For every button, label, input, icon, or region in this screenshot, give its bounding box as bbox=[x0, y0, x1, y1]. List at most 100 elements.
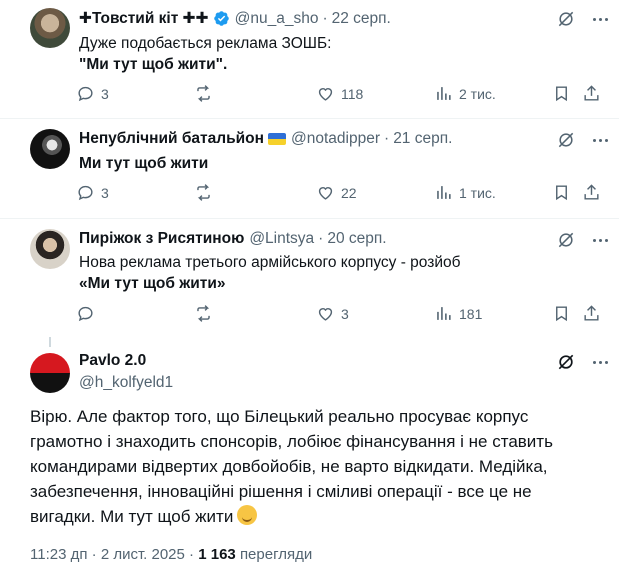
author-handle[interactable]: @h_kolfyeld1 bbox=[79, 374, 173, 392]
author-name[interactable]: ✚Товстий кіт ✚✚ bbox=[79, 9, 209, 28]
tweet-text-line: Нова реклама третього армійського корпус… bbox=[79, 254, 461, 271]
more-icon[interactable] bbox=[590, 352, 610, 372]
dot-separator: · bbox=[87, 546, 101, 563]
views-icon bbox=[437, 186, 451, 199]
tweet-corner-actions bbox=[556, 130, 610, 150]
reply-count: 3 bbox=[101, 184, 109, 201]
views-button[interactable]: 2 тис. bbox=[434, 84, 496, 103]
author-name[interactable]: Pavlo 2.0 bbox=[79, 352, 146, 370]
bookmark-button[interactable] bbox=[552, 84, 571, 103]
dot-separator: · bbox=[384, 130, 390, 147]
views-count: 2 тис. bbox=[459, 85, 496, 102]
thread-connector-line bbox=[49, 337, 51, 347]
like-count: 3 bbox=[341, 305, 349, 322]
tweet-text-line: командирами відвертих довбойобів, не вар… bbox=[30, 457, 548, 476]
more-icon[interactable] bbox=[590, 230, 610, 250]
bookmark-button[interactable] bbox=[552, 183, 571, 202]
more-icon[interactable] bbox=[590, 130, 610, 150]
tweet-corner-actions bbox=[556, 230, 610, 250]
tweet-header: Пиріжок з Рисятиною @Lintsya · 20 серп. bbox=[79, 230, 387, 248]
views-label: перегляди bbox=[239, 546, 313, 563]
tweet-header: ✚Товстий кіт ✚✚ @nu_a_sho · 22 серп. bbox=[79, 9, 391, 28]
share-icon bbox=[584, 184, 599, 200]
author-name[interactable]: Пиріжок з Рисятиною bbox=[79, 230, 244, 248]
reply-icon bbox=[78, 86, 93, 102]
like-icon bbox=[318, 187, 333, 200]
like-icon bbox=[318, 308, 333, 321]
tweet-date[interactable]: 22 серп. bbox=[332, 10, 391, 28]
tweet-date[interactable]: 21 серп. bbox=[393, 130, 452, 148]
views-icon bbox=[437, 307, 451, 320]
tweet-actions: 3 118 2 тис. bbox=[76, 84, 604, 106]
dot-separator: · bbox=[184, 546, 199, 563]
share-icon bbox=[584, 305, 599, 321]
views-icon bbox=[437, 87, 451, 100]
views-button[interactable]: 1 тис. bbox=[434, 183, 496, 202]
grok-icon[interactable] bbox=[556, 352, 576, 372]
share-icon bbox=[584, 85, 599, 101]
ukraine-flag-icon bbox=[268, 133, 287, 145]
more-icon[interactable] bbox=[590, 9, 610, 29]
bookmark-icon bbox=[556, 306, 567, 322]
repost-button[interactable] bbox=[194, 84, 219, 103]
tweet-meta: 11:23 дп · 2 лист. 2025 · 1 163 перегляд… bbox=[30, 546, 312, 563]
tweet-time[interactable]: 11:23 дп bbox=[30, 546, 87, 563]
tweet-text: Ми тут щоб жити bbox=[79, 155, 209, 172]
like-count: 118 bbox=[341, 85, 364, 102]
reply-tweet-1[interactable]: ✚Товстий кіт ✚✚ @nu_a_sho · 22 серп. Дуж… bbox=[0, 0, 619, 118]
avatar[interactable] bbox=[30, 229, 70, 269]
like-button[interactable]: 118 bbox=[316, 84, 363, 103]
tweet-date[interactable]: 2 лист. 2025 bbox=[101, 546, 185, 563]
reply-tweet-2[interactable]: Непублічний батальйон @notadipper · 21 с… bbox=[0, 119, 619, 218]
grok-icon[interactable] bbox=[556, 9, 576, 29]
author-handle[interactable]: @nu_a_sho bbox=[235, 10, 319, 28]
tweet-actions: 3 22 1 тис. bbox=[76, 183, 604, 205]
views-number: 1 163 bbox=[198, 546, 236, 563]
views-button[interactable]: 181 bbox=[434, 304, 482, 323]
bookmark-button[interactable] bbox=[552, 304, 571, 323]
repost-button[interactable] bbox=[194, 304, 219, 323]
author-handle[interactable]: @notadipper bbox=[291, 130, 380, 148]
like-button[interactable]: 22 bbox=[316, 183, 357, 202]
tweet-text-line: грамотно і знаходить спонсорів, лобіює ф… bbox=[30, 432, 553, 451]
grok-icon[interactable] bbox=[556, 230, 576, 250]
grok-icon[interactable] bbox=[556, 130, 576, 150]
author-name[interactable]: Непублічний батальйон bbox=[79, 130, 264, 148]
reply-tweet-3[interactable]: Пиріжок з Рисятиною @Lintsya · 20 серп. … bbox=[0, 219, 619, 337]
repost-button[interactable] bbox=[194, 183, 219, 202]
reply-button[interactable]: 3 bbox=[76, 84, 109, 103]
dot-separator: · bbox=[318, 230, 324, 247]
avatar[interactable] bbox=[30, 353, 70, 393]
views-count: 181 bbox=[459, 305, 483, 322]
reply-icon bbox=[78, 185, 93, 201]
tweet-header: Непублічний батальйон @notadipper · 21 с… bbox=[79, 130, 452, 148]
tweet-text-line: вигадки. Ми тут щоб жити bbox=[30, 507, 234, 526]
saluting-face-emoji-icon bbox=[237, 505, 258, 525]
reply-button[interactable] bbox=[76, 304, 101, 323]
bookmark-icon bbox=[556, 185, 567, 201]
tweet-text-line: «Ми тут щоб жити» bbox=[79, 275, 226, 292]
verified-badge-icon bbox=[213, 11, 229, 26]
share-button[interactable] bbox=[582, 84, 601, 103]
avatar[interactable] bbox=[30, 129, 70, 169]
tweet-text: Нова реклама третього армійського корпус… bbox=[79, 252, 461, 294]
tweet-corner-actions bbox=[556, 9, 610, 29]
author-handle[interactable]: @Lintsya bbox=[249, 230, 314, 248]
like-button[interactable]: 3 bbox=[316, 304, 349, 323]
reply-button[interactable]: 3 bbox=[76, 183, 109, 202]
share-button[interactable] bbox=[582, 304, 601, 323]
avatar[interactable] bbox=[30, 8, 70, 48]
tweet-corner-actions bbox=[556, 352, 610, 372]
tweet-date[interactable]: 20 серп. bbox=[327, 230, 386, 248]
reply-icon bbox=[78, 306, 93, 322]
main-tweet-text: Вірю. Але фактор того, що Білецький реал… bbox=[30, 404, 610, 529]
tweet-text-line: Дуже подобається реклама ЗОШБ: bbox=[79, 35, 332, 52]
share-button[interactable] bbox=[582, 183, 601, 202]
tweet-text-line: Вірю. Але фактор того, що Білецький реал… bbox=[30, 407, 529, 426]
like-count: 22 bbox=[341, 184, 357, 201]
tweet-actions: 3 181 bbox=[76, 304, 604, 326]
tweet-text: Дуже подобається реклама ЗОШБ: "Ми тут щ… bbox=[79, 33, 331, 75]
repost-icon bbox=[197, 305, 210, 322]
repost-icon bbox=[197, 184, 210, 201]
views-count: 1 тис. bbox=[459, 184, 496, 201]
